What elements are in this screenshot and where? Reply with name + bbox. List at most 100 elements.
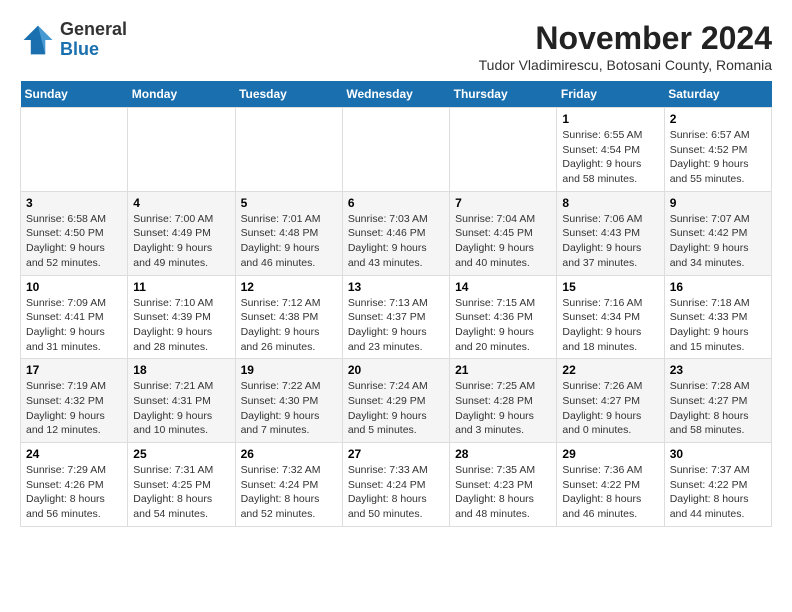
day-number: 2	[670, 112, 766, 126]
calendar-week-row: 24 Sunrise: 7:29 AM Sunset: 4:26 PM Dayli…	[21, 443, 772, 527]
day-info: Sunrise: 6:55 AM Sunset: 4:54 PM Dayligh…	[562, 128, 658, 187]
day-info: Sunrise: 7:31 AM Sunset: 4:25 PM Dayligh…	[133, 463, 229, 522]
day-number: 22	[562, 363, 658, 377]
day-info: Sunrise: 7:32 AM Sunset: 4:24 PM Dayligh…	[241, 463, 337, 522]
calendar-table: SundayMondayTuesdayWednesdayThursdayFrid…	[20, 81, 772, 527]
weekday-header-sunday: Sunday	[21, 81, 128, 108]
day-number: 1	[562, 112, 658, 126]
day-info: Sunrise: 7:19 AM Sunset: 4:32 PM Dayligh…	[26, 379, 122, 438]
calendar-day-cell: 4Sunrise: 7:00 AM Sunset: 4:49 PM Daylig…	[128, 191, 235, 275]
day-info: Sunrise: 7:36 AM Sunset: 4:22 PM Dayligh…	[562, 463, 658, 522]
empty-cell	[235, 108, 342, 192]
weekday-header-saturday: Saturday	[664, 81, 771, 108]
logo-general-text: General	[60, 20, 127, 40]
calendar-day-cell: 23 Sunrise: 7:28 AM Sunset: 4:27 PM Dayli…	[664, 359, 771, 443]
day-number: 24	[26, 447, 122, 461]
weekday-header-friday: Friday	[557, 81, 664, 108]
day-info: Sunrise: 7:24 AM Sunset: 4:29 PM Dayligh…	[348, 379, 444, 438]
calendar-day-cell: 17 Sunrise: 7:19 AM Sunset: 4:32 PM Dayli…	[21, 359, 128, 443]
calendar-week-row: 10 Sunrise: 7:09 AM Sunset: 4:41 PM Dayli…	[21, 275, 772, 359]
calendar-day-cell: 12 Sunrise: 7:12 AM Sunset: 4:38 PM Dayli…	[235, 275, 342, 359]
day-number: 10	[26, 280, 122, 294]
calendar-day-cell: 3 Sunrise: 6:58 AM Sunset: 4:50 PM Daylig…	[21, 191, 128, 275]
day-info: Sunrise: 7:21 AM Sunset: 4:31 PM Dayligh…	[133, 379, 229, 438]
calendar-day-cell: 20 Sunrise: 7:24 AM Sunset: 4:29 PM Dayli…	[342, 359, 449, 443]
day-info: Sunrise: 7:04 AM Sunset: 4:45 PM Dayligh…	[455, 212, 551, 271]
empty-cell	[128, 108, 235, 192]
calendar-day-cell: 30Sunrise: 7:37 AM Sunset: 4:22 PM Dayli…	[664, 443, 771, 527]
day-number: 8	[562, 196, 658, 210]
day-info: Sunrise: 6:57 AM Sunset: 4:52 PM Dayligh…	[670, 128, 766, 187]
day-info: Sunrise: 7:37 AM Sunset: 4:22 PM Dayligh…	[670, 463, 766, 522]
calendar-day-cell: 7 Sunrise: 7:04 AM Sunset: 4:45 PM Daylig…	[450, 191, 557, 275]
calendar-day-cell: 8 Sunrise: 7:06 AM Sunset: 4:43 PM Daylig…	[557, 191, 664, 275]
day-number: 21	[455, 363, 551, 377]
calendar-day-cell: 18 Sunrise: 7:21 AM Sunset: 4:31 PM Dayli…	[128, 359, 235, 443]
calendar-day-cell: 16 Sunrise: 7:18 AM Sunset: 4:33 PM Dayli…	[664, 275, 771, 359]
weekday-header-row: SundayMondayTuesdayWednesdayThursdayFrid…	[21, 81, 772, 108]
empty-cell	[450, 108, 557, 192]
day-info: Sunrise: 7:29 AM Sunset: 4:26 PM Dayligh…	[26, 463, 122, 522]
month-year-title: November 2024	[479, 20, 772, 57]
weekday-header-tuesday: Tuesday	[235, 81, 342, 108]
day-number: 15	[562, 280, 658, 294]
day-number: 12	[241, 280, 337, 294]
day-info: Sunrise: 7:16 AM Sunset: 4:34 PM Dayligh…	[562, 296, 658, 355]
calendar-day-cell: 29 Sunrise: 7:36 AM Sunset: 4:22 PM Dayli…	[557, 443, 664, 527]
day-info: Sunrise: 7:26 AM Sunset: 4:27 PM Dayligh…	[562, 379, 658, 438]
calendar-week-row: 1 Sunrise: 6:55 AM Sunset: 4:54 PM Daylig…	[21, 108, 772, 192]
empty-cell	[342, 108, 449, 192]
weekday-header-thursday: Thursday	[450, 81, 557, 108]
day-info: Sunrise: 7:18 AM Sunset: 4:33 PM Dayligh…	[670, 296, 766, 355]
day-number: 3	[26, 196, 122, 210]
day-number: 19	[241, 363, 337, 377]
day-info: Sunrise: 7:09 AM Sunset: 4:41 PM Dayligh…	[26, 296, 122, 355]
day-info: Sunrise: 7:10 AM Sunset: 4:39 PM Dayligh…	[133, 296, 229, 355]
day-number: 6	[348, 196, 444, 210]
day-info: Sunrise: 7:03 AM Sunset: 4:46 PM Dayligh…	[348, 212, 444, 271]
calendar-day-cell: 5Sunrise: 7:01 AM Sunset: 4:48 PM Daylig…	[235, 191, 342, 275]
day-number: 7	[455, 196, 551, 210]
day-info: Sunrise: 7:13 AM Sunset: 4:37 PM Dayligh…	[348, 296, 444, 355]
empty-cell	[21, 108, 128, 192]
day-info: Sunrise: 6:58 AM Sunset: 4:50 PM Dayligh…	[26, 212, 122, 271]
day-info: Sunrise: 7:25 AM Sunset: 4:28 PM Dayligh…	[455, 379, 551, 438]
calendar-week-row: 17 Sunrise: 7:19 AM Sunset: 4:32 PM Dayli…	[21, 359, 772, 443]
day-info: Sunrise: 7:00 AM Sunset: 4:49 PM Dayligh…	[133, 212, 229, 271]
calendar-day-cell: 19 Sunrise: 7:22 AM Sunset: 4:30 PM Dayli…	[235, 359, 342, 443]
day-info: Sunrise: 7:15 AM Sunset: 4:36 PM Dayligh…	[455, 296, 551, 355]
logo-icon	[20, 22, 56, 58]
day-number: 14	[455, 280, 551, 294]
calendar-day-cell: 13Sunrise: 7:13 AM Sunset: 4:37 PM Dayli…	[342, 275, 449, 359]
day-info: Sunrise: 7:28 AM Sunset: 4:27 PM Dayligh…	[670, 379, 766, 438]
day-number: 17	[26, 363, 122, 377]
calendar-day-cell: 27Sunrise: 7:33 AM Sunset: 4:24 PM Dayli…	[342, 443, 449, 527]
day-number: 29	[562, 447, 658, 461]
day-number: 23	[670, 363, 766, 377]
day-number: 18	[133, 363, 229, 377]
day-info: Sunrise: 7:06 AM Sunset: 4:43 PM Dayligh…	[562, 212, 658, 271]
calendar-day-cell: 9Sunrise: 7:07 AM Sunset: 4:42 PM Daylig…	[664, 191, 771, 275]
calendar-day-cell: 11Sunrise: 7:10 AM Sunset: 4:39 PM Dayli…	[128, 275, 235, 359]
calendar-day-cell: 21 Sunrise: 7:25 AM Sunset: 4:28 PM Dayli…	[450, 359, 557, 443]
calendar-day-cell: 1 Sunrise: 6:55 AM Sunset: 4:54 PM Daylig…	[557, 108, 664, 192]
day-info: Sunrise: 7:12 AM Sunset: 4:38 PM Dayligh…	[241, 296, 337, 355]
calendar-day-cell: 14 Sunrise: 7:15 AM Sunset: 4:36 PM Dayli…	[450, 275, 557, 359]
day-info: Sunrise: 7:35 AM Sunset: 4:23 PM Dayligh…	[455, 463, 551, 522]
day-info: Sunrise: 7:22 AM Sunset: 4:30 PM Dayligh…	[241, 379, 337, 438]
title-block: November 2024 Tudor Vladimirescu, Botosa…	[479, 20, 772, 73]
day-number: 26	[241, 447, 337, 461]
day-number: 27	[348, 447, 444, 461]
calendar-day-cell: 15 Sunrise: 7:16 AM Sunset: 4:34 PM Dayli…	[557, 275, 664, 359]
calendar-day-cell: 26 Sunrise: 7:32 AM Sunset: 4:24 PM Dayli…	[235, 443, 342, 527]
calendar-day-cell: 2 Sunrise: 6:57 AM Sunset: 4:52 PM Daylig…	[664, 108, 771, 192]
calendar-day-cell: 22 Sunrise: 7:26 AM Sunset: 4:27 PM Dayli…	[557, 359, 664, 443]
day-number: 16	[670, 280, 766, 294]
calendar-day-cell: 10 Sunrise: 7:09 AM Sunset: 4:41 PM Dayli…	[21, 275, 128, 359]
logo-blue-text: Blue	[60, 40, 127, 60]
day-number: 20	[348, 363, 444, 377]
weekday-header-monday: Monday	[128, 81, 235, 108]
day-number: 25	[133, 447, 229, 461]
weekday-header-wednesday: Wednesday	[342, 81, 449, 108]
calendar-week-row: 3 Sunrise: 6:58 AM Sunset: 4:50 PM Daylig…	[21, 191, 772, 275]
